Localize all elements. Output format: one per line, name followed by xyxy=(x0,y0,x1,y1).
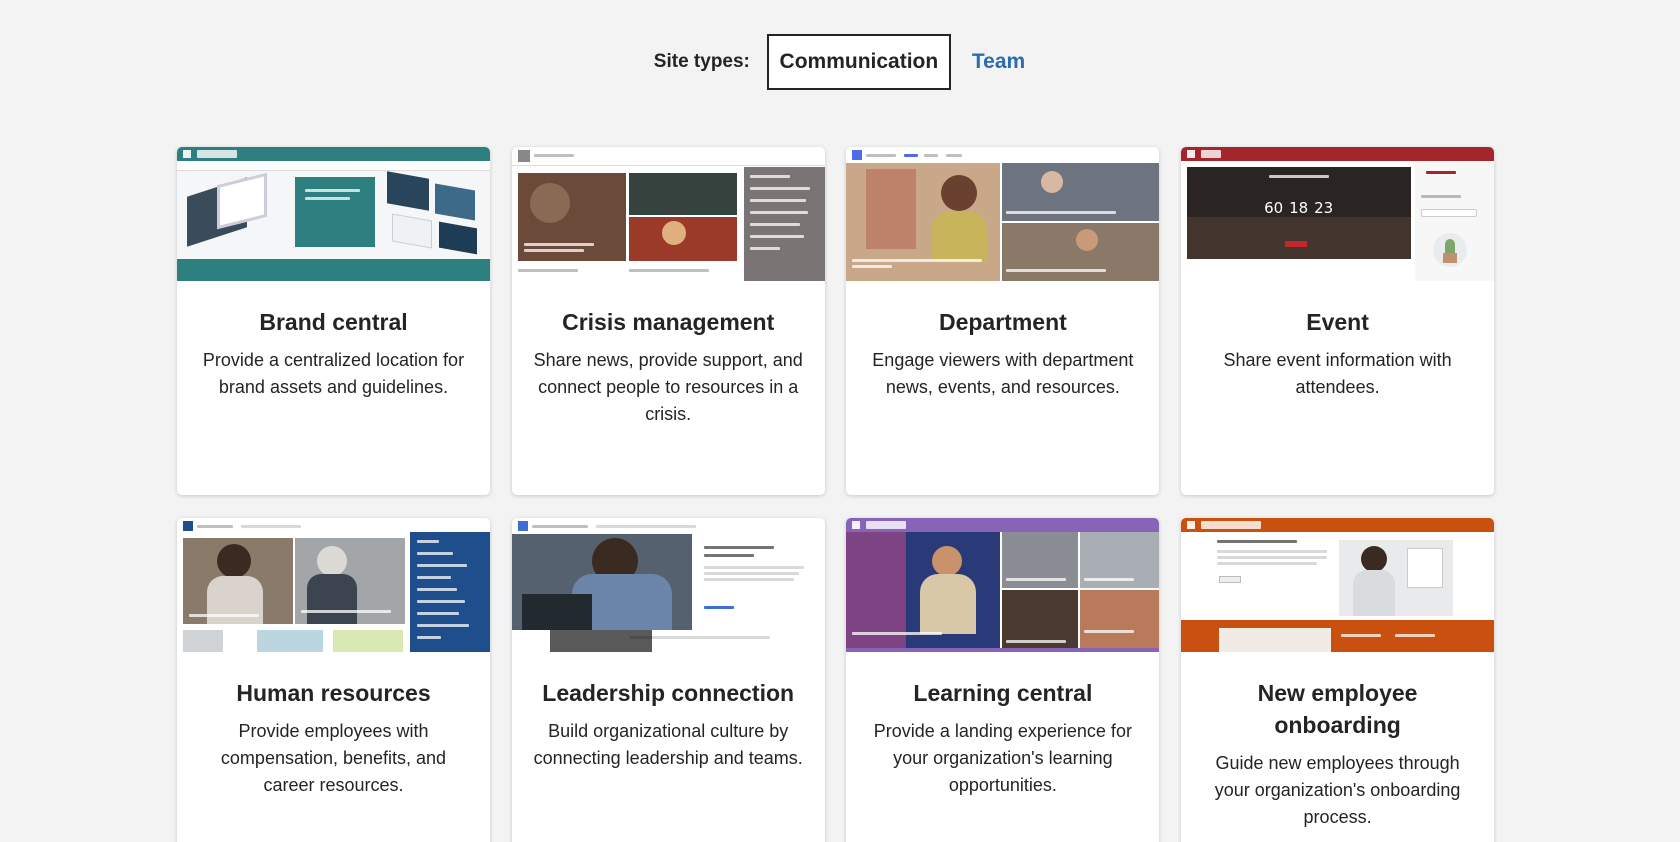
template-card-department[interactable]: Department Engage viewers with departmen… xyxy=(846,147,1160,495)
template-title: Department xyxy=(938,309,1067,335)
template-preview-image xyxy=(1181,518,1495,652)
template-card-human-resources[interactable]: Human resources Provide employees with c… xyxy=(177,518,490,842)
template-card-crisis-management[interactable]: Crisis management Share news, provide su… xyxy=(511,147,825,495)
template-card-new-employee-onboarding[interactable]: New employee onboarding Guide new employ… xyxy=(1181,518,1495,842)
template-preview-image xyxy=(177,147,490,281)
countdown-days: 60 xyxy=(1264,199,1284,217)
template-description: Provide employees with compensation, ben… xyxy=(220,721,447,795)
template-card-leadership-connection[interactable]: Leadership connection Build organization… xyxy=(511,518,825,842)
template-preview-image: 60 18 23 xyxy=(1181,147,1495,281)
template-preview-image xyxy=(511,147,825,281)
template-preview-image xyxy=(846,518,1160,652)
template-grid: Brand central Provide a centralized loca… xyxy=(177,147,1495,842)
template-description: Share event information with attendees. xyxy=(1223,350,1452,397)
template-title: Leadership connection xyxy=(542,680,795,706)
tab-team[interactable]: Team xyxy=(972,50,1025,74)
template-description: Build organizational culture by connecti… xyxy=(533,721,803,768)
template-description: Guide new employees through your organiz… xyxy=(1214,753,1461,827)
template-description: Provide a centralized location for brand… xyxy=(202,350,465,397)
template-title: Brand central xyxy=(259,309,408,335)
template-preview-image xyxy=(511,518,825,652)
template-title: Human resources xyxy=(236,680,431,706)
countdown-hours: 18 xyxy=(1289,199,1309,217)
template-preview-image xyxy=(177,518,490,652)
template-title: Crisis management xyxy=(562,309,775,335)
template-title: Learning central xyxy=(913,680,1093,706)
site-types-label: Site types: xyxy=(653,51,750,72)
template-title: New employee onboarding xyxy=(1257,680,1418,738)
tab-communication[interactable]: Communication xyxy=(766,34,951,90)
template-preview-image xyxy=(846,147,1160,281)
site-type-switcher: Site types: Communication Team xyxy=(0,34,1680,90)
template-card-learning-central[interactable]: Learning central Provide a landing exper… xyxy=(846,518,1160,842)
template-description: Provide a landing experience for your or… xyxy=(873,721,1132,795)
template-card-brand-central[interactable]: Brand central Provide a centralized loca… xyxy=(177,147,490,495)
template-title: Event xyxy=(1306,309,1369,335)
template-description: Share news, provide support, and connect… xyxy=(533,350,803,424)
template-card-event[interactable]: 60 18 23 Event Share event information w… xyxy=(1181,147,1495,495)
countdown-minutes: 23 xyxy=(1314,199,1334,217)
template-description: Engage viewers with department news, eve… xyxy=(872,350,1134,397)
